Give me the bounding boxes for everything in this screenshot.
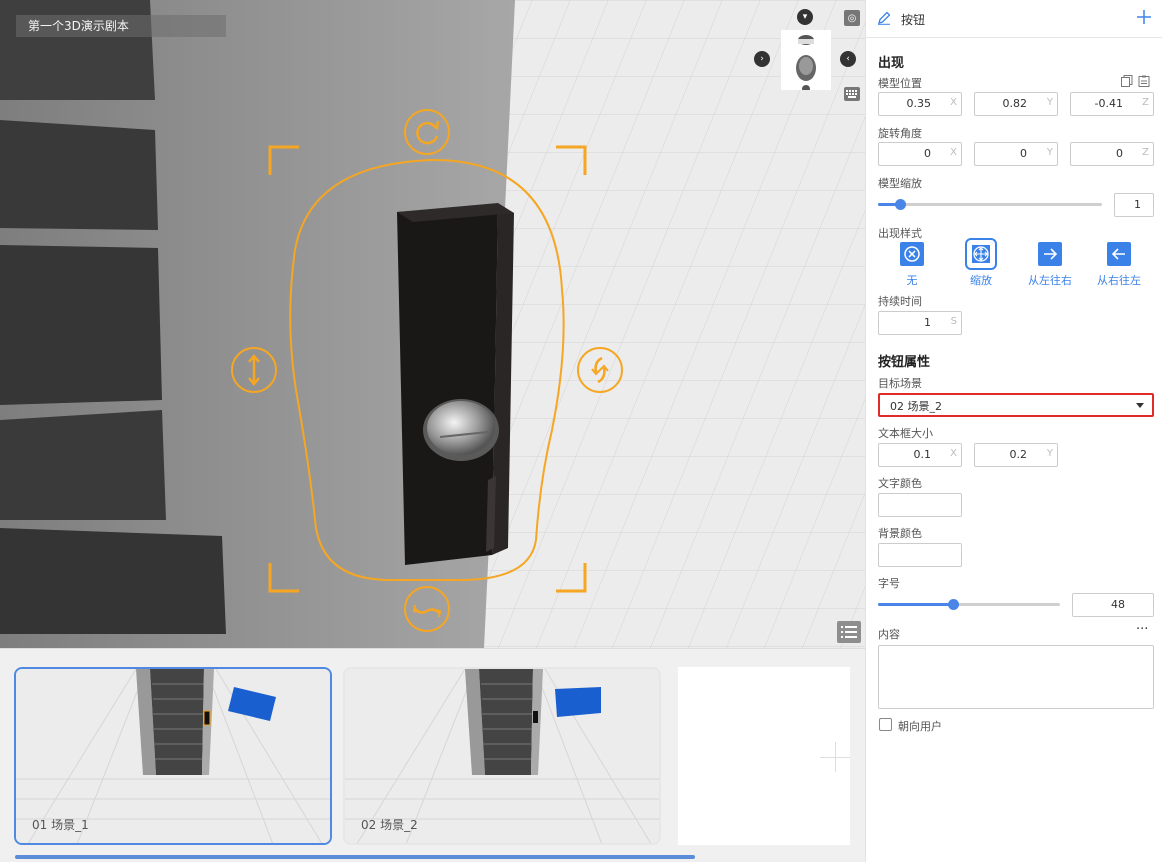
paste-icon[interactable] — [1138, 75, 1150, 87]
scene-strip: 01 场景_1 02 场景_2 — [0, 648, 865, 862]
pencil-icon — [878, 11, 891, 25]
view-orientation-head[interactable] — [781, 30, 831, 93]
scale-slider-thumb[interactable] — [895, 199, 907, 210]
3d-viewport[interactable]: 第一个3D演示剧本 ▾ ◎ › ‹ — [0, 0, 865, 648]
chevron-down-icon[interactable]: ▾ — [797, 9, 813, 25]
move-arrows-icon — [965, 238, 997, 270]
rotate-handle-icon[interactable] — [403, 108, 451, 156]
bg-color-label: 背景颜色 — [878, 527, 922, 540]
panel-header: 按钮 — [866, 0, 1162, 38]
strip-scrollbar[interactable] — [15, 855, 695, 859]
section-title-appear: 出现 — [878, 56, 905, 71]
font-size-input[interactable]: 48 — [1072, 593, 1154, 617]
textbox-y-input[interactable]: 0.2 Y — [974, 443, 1058, 467]
position-z-input[interactable]: -0.41 Z — [1070, 92, 1154, 116]
textbox-size-label: 文本框大小 — [878, 427, 933, 440]
face-user-label: 朝向用户 — [898, 720, 942, 733]
scale-slider[interactable] — [878, 199, 1102, 210]
scene-name: 02 场景_2 — [361, 818, 418, 832]
add-scene-card[interactable] — [678, 667, 850, 845]
caret-down-icon — [1136, 403, 1144, 408]
rotate-vertical-handle-icon[interactable] — [576, 346, 624, 394]
appear-style-label: 出现样式 — [878, 227, 922, 240]
position-x-input[interactable]: 0.35 X — [878, 92, 962, 116]
target-scene-select[interactable]: 02 场景_2 — [878, 393, 1154, 417]
keyboard-icon[interactable] — [844, 87, 860, 101]
textbox-x-input[interactable]: 0.1 X — [878, 443, 962, 467]
text-color-picker[interactable] — [878, 493, 962, 517]
scale-value-input[interactable]: 1 — [1114, 193, 1154, 217]
font-size-slider-thumb[interactable] — [947, 599, 959, 610]
scene-card-2[interactable]: 02 场景_2 — [343, 667, 661, 845]
duration-input[interactable]: 1 S — [878, 311, 962, 335]
bg-color-picker[interactable] — [878, 543, 962, 567]
rotation-x-input[interactable]: 0 X — [878, 142, 962, 166]
style-option-none[interactable]: 无 — [882, 242, 942, 288]
style-option-scale[interactable]: 缩放 — [951, 238, 1011, 288]
circle-x-icon — [900, 242, 924, 266]
section-title-button-props: 按钮属性 — [878, 355, 931, 370]
arrow-right-icon — [1038, 242, 1062, 266]
chevron-left-icon[interactable]: ‹ — [840, 51, 856, 67]
rotate-horizontal-handle-icon[interactable] — [403, 585, 451, 633]
rotation-y-input[interactable]: 0 Y — [974, 142, 1058, 166]
project-title: 第一个3D演示剧本 — [16, 15, 226, 37]
move-vertical-handle-icon[interactable] — [230, 346, 278, 394]
panel-title: 按钮 — [901, 13, 926, 27]
content-label: 内容 — [878, 628, 900, 641]
position-label: 模型位置 — [878, 77, 922, 90]
style-option-left-to-right[interactable]: 从左往右 — [1020, 242, 1080, 288]
duration-label: 持续时间 — [878, 295, 922, 308]
more-options-icon[interactable]: ··· — [1136, 622, 1148, 637]
rotation-label: 旋转角度 — [878, 127, 922, 140]
text-color-label: 文字颜色 — [878, 477, 922, 490]
content-textarea[interactable] — [878, 645, 1154, 709]
arrow-left-icon — [1107, 242, 1131, 266]
target-icon[interactable]: ◎ — [844, 10, 860, 26]
style-option-right-to-left[interactable]: 从右往左 — [1089, 242, 1149, 288]
font-size-slider[interactable] — [878, 599, 1060, 610]
head-icon — [796, 35, 816, 93]
copy-icon[interactable] — [1121, 75, 1133, 87]
chevron-right-icon[interactable]: › — [754, 51, 770, 67]
list-icon[interactable] — [837, 621, 861, 643]
scene-name: 01 场景_1 — [32, 818, 89, 832]
scene-card-1[interactable]: 01 场景_1 — [14, 667, 332, 845]
target-scene-label: 目标场景 — [878, 377, 922, 390]
plus-icon[interactable] — [1136, 9, 1152, 25]
scale-label: 模型缩放 — [878, 177, 922, 190]
rotation-z-input[interactable]: 0 Z — [1070, 142, 1154, 166]
font-size-label: 字号 — [878, 577, 900, 590]
properties-panel: 按钮 出现 模型位置 0.35 X 0.82 Y -0.41 Z 旋转角度 0 … — [865, 0, 1162, 862]
scene-render — [0, 0, 865, 648]
position-y-input[interactable]: 0.82 Y — [974, 92, 1058, 116]
face-user-checkbox[interactable] — [879, 718, 892, 731]
